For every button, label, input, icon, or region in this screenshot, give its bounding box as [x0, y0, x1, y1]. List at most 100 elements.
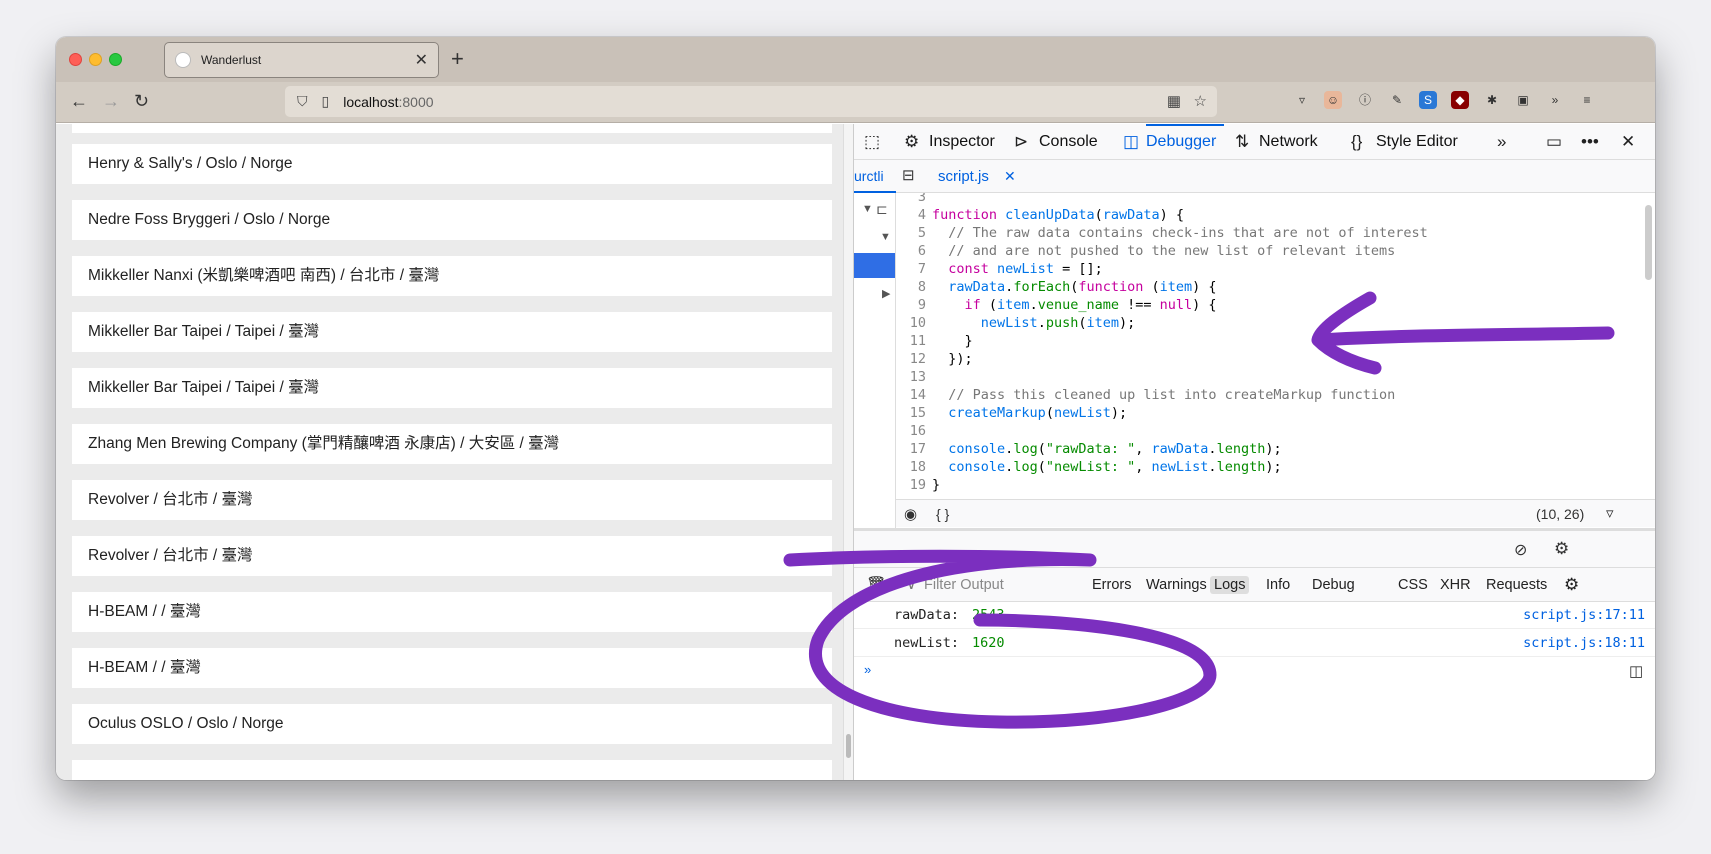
filter-info[interactable]: Info	[1266, 577, 1290, 593]
browser-tab[interactable]: Wanderlust ✕	[164, 42, 439, 78]
reload-icon[interactable]: ↻	[134, 91, 149, 112]
list-item: Nedre Foss Bryggeri / Oslo / Norge	[72, 200, 832, 240]
source-tabs: urctli ⊟ script.js ✕	[854, 160, 1655, 193]
url-bar[interactable]: ⛉ ▯ localhost:8000 ▦ ☆	[285, 86, 1217, 117]
tab-console[interactable]: Console	[1039, 124, 1098, 160]
filter-requests[interactable]: Requests	[1486, 577, 1547, 593]
qr-code-icon[interactable]: ▦	[1167, 92, 1181, 110]
clear-console-icon[interactable]: 🗑	[866, 575, 886, 595]
list-item: Henry & Sally's / Oslo / Norge	[72, 144, 832, 184]
code-scroll-thumb[interactable]	[1645, 205, 1652, 280]
hamburger-menu-icon[interactable]: ≡	[1578, 91, 1596, 109]
pretty-print-button[interactable]: { }	[936, 506, 949, 522]
shield-icon[interactable]: ⛉	[297, 93, 308, 110]
filter-css[interactable]: CSS	[1398, 577, 1428, 593]
console-label: rawData:	[894, 607, 960, 623]
list-item	[72, 760, 832, 780]
code-line: 19}	[909, 477, 941, 493]
page-icon: ▯	[321, 93, 330, 109]
code-line: 10 newList.push(item);	[909, 315, 1136, 331]
code-line: 12 });	[909, 351, 973, 367]
console-source-link[interactable]: script.js:17:11	[1523, 602, 1645, 629]
more-options-icon[interactable]: •••	[1581, 132, 1599, 152]
style-editor-icon: {}	[1351, 132, 1363, 151]
avatar-extension-icon[interactable]: ☺	[1324, 91, 1342, 109]
tree-expand-icon[interactable]: ▼	[880, 231, 891, 243]
page-scroll-thumb[interactable]	[846, 734, 851, 758]
page-scrollbar[interactable]	[843, 124, 853, 780]
sources-tab-truncated[interactable]: urctli	[854, 168, 884, 184]
s-extension-icon[interactable]: S	[1419, 91, 1437, 109]
maximize-window-button[interactable]	[109, 53, 122, 66]
tab-style-editor[interactable]: Style Editor	[1376, 124, 1458, 160]
filter-xhr[interactable]: XHR	[1440, 577, 1471, 593]
source-tab-script[interactable]: script.js	[938, 168, 989, 185]
forward-icon[interactable]: →	[102, 91, 120, 112]
console-icon: ⊳	[1014, 132, 1029, 151]
more-tabs-icon[interactable]: »	[1497, 132, 1506, 152]
new-tab-icon[interactable]: +	[451, 46, 464, 72]
filter-output-input[interactable]: Filter Output	[924, 577, 1004, 593]
close-tab-icon[interactable]: ✕	[415, 50, 428, 70]
code-line: 17 console.log("rawData: ", rawData.leng…	[909, 441, 1282, 457]
ublock-icon[interactable]: ◆	[1451, 91, 1469, 109]
settings-gear-icon[interactable]: ⚙	[1554, 539, 1569, 559]
folder-icon: ⊏	[876, 201, 888, 217]
info-extension-icon[interactable]: ⓘ	[1356, 91, 1374, 109]
close-devtools-icon[interactable]: ✕	[1621, 132, 1635, 152]
list-item: Mikkeller Nanxi (米凱樂啤酒吧 南西) / 台北市 / 臺灣	[72, 256, 832, 296]
back-icon[interactable]: ←	[70, 91, 88, 112]
code-line: 14 // Pass this cleaned up list into cre…	[909, 387, 1396, 403]
filter-errors[interactable]: Errors	[1092, 577, 1131, 593]
list-item: Revolver / 台北市 / 臺灣	[72, 480, 832, 520]
code-line: 6 // and are not pushed to the new list …	[917, 243, 1396, 259]
code-editor[interactable]: 3 4 function cleanUpData(rawData) { 5 // …	[896, 193, 1655, 499]
toggle-sidebar-icon[interactable]: ⊟	[902, 166, 915, 184]
favicon-icon	[175, 52, 191, 68]
element-picker-icon[interactable]: ⬚	[864, 132, 880, 152]
close-source-tab-icon[interactable]: ✕	[1004, 168, 1016, 185]
code-line: 16	[909, 423, 926, 439]
list-item: Mikkeller Bar Taipei / Taipei / 臺灣	[72, 312, 832, 352]
list-item: H-BEAM / / 臺灣	[72, 648, 832, 688]
selected-source-row[interactable]	[854, 253, 895, 278]
network-icon: ⇅	[1235, 132, 1250, 151]
editor-mode-icon[interactable]: ◫	[1629, 662, 1643, 680]
split-console-toolbar: ⊘ ⚙	[854, 528, 1655, 568]
console-label: newList:	[894, 635, 960, 651]
overflow-chevron-icon[interactable]: »	[1546, 91, 1564, 109]
console-message: rawData: 2543 script.js:17:11	[854, 602, 1655, 629]
tree-expand-icon[interactable]: ▼	[862, 203, 873, 215]
filter-warnings[interactable]: Warnings	[1146, 577, 1207, 593]
url-port: :8000	[398, 93, 434, 110]
tab-network[interactable]: Network	[1259, 124, 1318, 160]
minimize-window-button[interactable]	[89, 53, 102, 66]
console-source-link[interactable]: script.js:18:11	[1523, 630, 1645, 657]
code-line: 11 }	[909, 333, 973, 349]
url-host: localhost	[343, 93, 399, 110]
tree-collapse-icon[interactable]: ▶	[882, 287, 890, 300]
console-toolbar: 🗑 ⊽ Filter Output Errors Warnings Logs I…	[854, 568, 1655, 602]
bookmark-star-icon[interactable]: ☆	[1194, 92, 1207, 110]
list-item: Mikkeller Bar Taipei / Taipei / 臺灣	[72, 368, 832, 408]
screenshot-icon[interactable]: ▣	[1514, 91, 1532, 109]
console-settings-icon[interactable]: ⚙	[1564, 575, 1579, 595]
watch-eye-icon[interactable]: ◉	[904, 505, 917, 523]
react-icon[interactable]: ✱	[1483, 91, 1501, 109]
brush-extension-icon[interactable]: ✎	[1388, 91, 1406, 109]
tab-inspector[interactable]: Inspector	[929, 124, 995, 160]
filter-debug[interactable]: Debug	[1312, 577, 1355, 593]
list-item	[72, 124, 832, 133]
editor-footer: ◉ { } (10, 26) ▿	[896, 499, 1655, 527]
source-map-icon[interactable]: ▿	[1606, 504, 1614, 522]
filter-icon: ⊽	[906, 577, 917, 593]
hide-breakpoints-icon[interactable]: ⊘	[1514, 540, 1527, 560]
debugger-icon: ◫	[1123, 132, 1140, 151]
responsive-design-icon[interactable]: ▭	[1546, 132, 1562, 152]
filter-logs[interactable]: Logs	[1210, 576, 1250, 594]
navigation-bar: ← → ↻ ⛉ ▯ localhost:8000 ▦ ☆ ▿ ☺ ⓘ ✎ S ◆…	[56, 82, 1655, 123]
pocket-icon[interactable]: ▿	[1293, 91, 1311, 109]
console-value: 2543	[972, 607, 1005, 623]
tab-debugger[interactable]: Debugger	[1146, 124, 1225, 160]
close-window-button[interactable]	[69, 53, 82, 66]
